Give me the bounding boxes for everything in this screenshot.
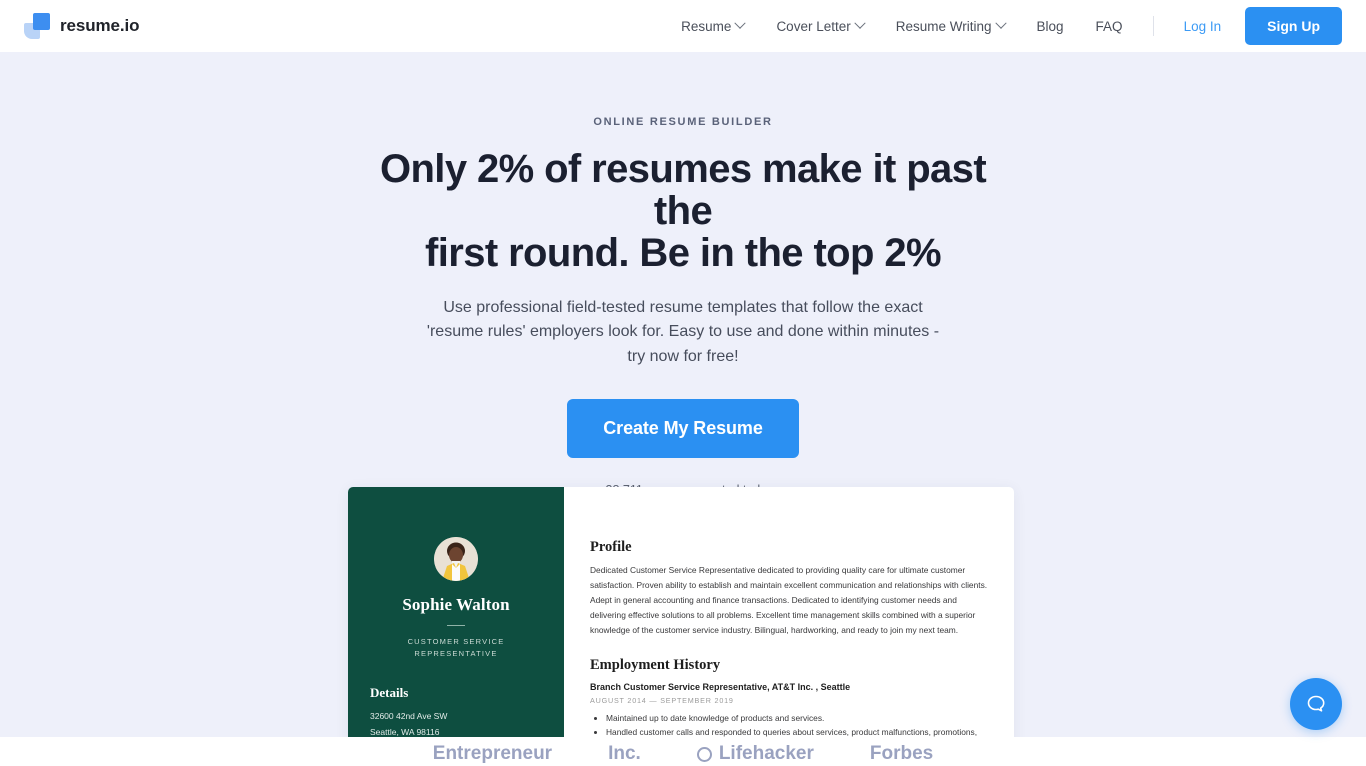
hero-subhead: Use professional field-tested resume tem… <box>426 299 940 365</box>
hero-eyebrow: ONLINE RESUME BUILDER <box>593 116 773 128</box>
nav-divider <box>1152 16 1154 36</box>
job-bullet: Handled customer calls and responded to … <box>606 725 988 737</box>
press-logo-lifehacker: Lifehacker <box>696 743 814 765</box>
press-logo-inc: Inc. <box>608 743 641 765</box>
main-navigation: Resume Cover Letter Resume Writing Blog … <box>665 7 1342 45</box>
job-bullet-list: Maintained up to date knowledge of produ… <box>590 711 988 737</box>
press-logo-label: Inc. <box>608 743 641 764</box>
name-divider <box>447 625 465 626</box>
login-link[interactable]: Log In <box>1168 19 1238 34</box>
hero-cta-wrapper: Create My Resume <box>0 398 1366 458</box>
nav-label: Cover Letter <box>776 18 851 34</box>
page-title: Only 2% of resumes make it past the firs… <box>363 148 1003 274</box>
resume-person-name: Sophie Walton <box>402 595 510 614</box>
chevron-down-icon <box>734 17 747 29</box>
create-my-resume-button[interactable]: Create My Resume <box>567 398 799 458</box>
job-bullet: Maintained up to date knowledge of produ… <box>606 711 988 725</box>
press-logo-label: Lifehacker <box>718 743 814 764</box>
press-logo-entrepreneur: Entrepreneur <box>433 743 552 765</box>
profile-text: Dedicated Customer Service Representativ… <box>590 565 988 635</box>
brand-logo-link[interactable]: resume.io <box>24 13 140 39</box>
resume-preview-card[interactable]: Sophie Walton CUSTOMER SERVICE REPRESENT… <box>348 487 1014 737</box>
resume-main-column: Profile Dedicated Customer Service Repre… <box>564 487 1014 737</box>
headline-line-2: first round. Be in the top 2% <box>425 231 942 275</box>
signup-button[interactable]: Sign Up <box>1245 7 1342 45</box>
press-logo-label: Forbes <box>869 743 934 764</box>
nav-item-faq[interactable]: FAQ <box>1080 19 1139 34</box>
chat-widget-button[interactable] <box>1290 678 1342 730</box>
job-dates: AUGUST 2014 — SEPTEMBER 2019 <box>590 695 734 705</box>
resume-details-heading: Details <box>370 685 409 701</box>
resume-person-role: CUSTOMER SERVICE REPRESENTATIVE <box>407 637 505 658</box>
brand-name: resume.io <box>60 16 140 35</box>
resume-details-list: 32600 42nd Ave SW Seattle, WA 98116 Unit… <box>370 709 542 737</box>
nav-label: FAQ <box>1095 18 1123 34</box>
nav-label: Resume <box>681 18 732 34</box>
nav-item-resume[interactable]: Resume <box>665 17 760 34</box>
profile-heading: Profile <box>590 539 632 555</box>
circle-glyph-icon <box>696 746 712 762</box>
press-logo-label: Entrepreneur <box>432 743 553 764</box>
press-logos-strip: Entrepreneur Inc. Lifehacker Forbes <box>0 737 1366 766</box>
resume-sidebar: Sophie Walton CUSTOMER SERVICE REPRESENT… <box>348 487 564 737</box>
press-logo-forbes: Forbes <box>870 743 933 765</box>
chat-bubble-icon <box>1307 695 1325 712</box>
job-title: Branch Customer Service Representative, … <box>590 681 851 692</box>
chevron-down-icon <box>854 17 866 29</box>
site-header: resume.io Resume Cover Letter Resume Wri… <box>0 0 1366 52</box>
detail-city: Seattle, WA 98116 <box>370 726 440 737</box>
detail-street: 32600 42nd Ave SW <box>370 711 448 722</box>
chevron-down-icon <box>994 17 1007 29</box>
nav-item-resume-writing[interactable]: Resume Writing <box>880 17 1021 34</box>
nav-item-cover-letter[interactable]: Cover Letter <box>760 17 879 34</box>
headline-line-1: Only 2% of resumes make it past the <box>379 147 987 233</box>
hero-section: ONLINE RESUME BUILDER Only 2% of resumes… <box>0 52 1366 737</box>
nav-label: Blog <box>1036 18 1064 34</box>
avatar <box>434 537 478 581</box>
resume-io-logo-icon <box>24 13 50 39</box>
employment-history-heading: Employment History <box>590 656 721 673</box>
nav-label: Resume Writing <box>895 18 992 34</box>
nav-item-blog[interactable]: Blog <box>1021 19 1080 34</box>
press-logos-row: Entrepreneur Inc. Lifehacker Forbes <box>0 743 1366 765</box>
profile-photo-icon <box>434 537 478 581</box>
